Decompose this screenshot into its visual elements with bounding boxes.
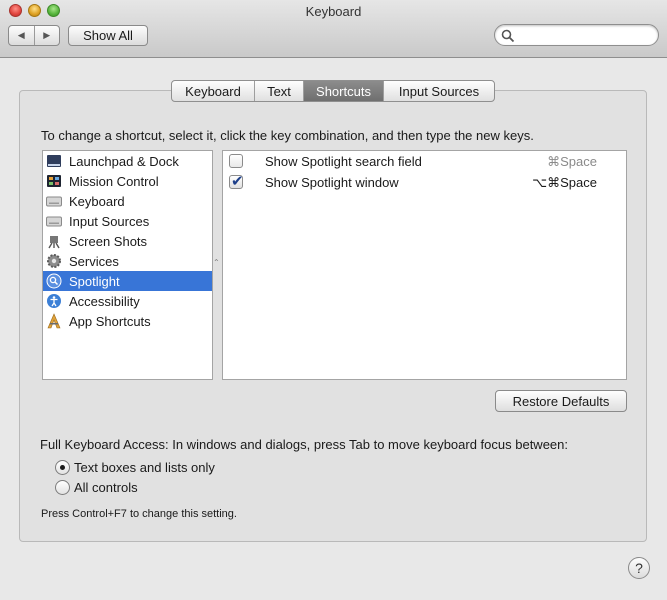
gear-icon	[47, 254, 61, 268]
keyboard-icon	[46, 196, 62, 207]
category-label: Input Sources	[69, 213, 150, 229]
radio-label: Text boxes and lists only	[74, 460, 215, 475]
radio-button[interactable]	[55, 480, 70, 495]
title-bar: Keyboard ◀ ▶ Show All	[0, 0, 667, 58]
category-label: Launchpad & Dock	[69, 153, 179, 169]
shortcut-label: Show Spotlight window	[265, 175, 399, 190]
restore-defaults-button[interactable]: Restore Defaults	[495, 390, 627, 412]
tab-text[interactable]: Text	[255, 81, 304, 101]
shortcut-row[interactable]: Show Spotlight search field ⌘Space	[223, 151, 626, 172]
splitter-handle[interactable]: ⌃	[213, 258, 220, 267]
tab-keyboard[interactable]: Keyboard	[172, 81, 255, 101]
category-spotlight[interactable]: Spotlight	[43, 271, 212, 291]
category-label: Services	[69, 253, 119, 269]
accessibility-icon	[47, 294, 61, 308]
category-app-shortcuts[interactable]: App Shortcuts	[43, 311, 212, 331]
tab-bar: Keyboard Text Shortcuts Input Sources	[171, 80, 495, 102]
category-services[interactable]: Services	[43, 251, 212, 271]
category-keyboard[interactable]: Keyboard	[43, 191, 212, 211]
keyboard-icon	[46, 216, 62, 227]
radio-button[interactable]	[55, 460, 70, 475]
shortcut-keys[interactable]: ⌥⌘Space	[532, 175, 597, 191]
mission-control-icon	[47, 175, 61, 187]
launchpad-icon	[47, 155, 61, 167]
checkmark-icon: ✔	[231, 173, 244, 190]
category-input-sources[interactable]: Input Sources	[43, 211, 212, 231]
category-mission-control[interactable]: Mission Control	[43, 171, 212, 191]
forward-arrow-icon: ▶	[43, 30, 51, 40]
shortcut-list[interactable]: Show Spotlight search field ⌘Space ✔ Sho…	[222, 150, 627, 380]
shortcut-keys[interactable]: ⌘Space	[547, 154, 597, 170]
category-screen-shots[interactable]: Screen Shots	[43, 231, 212, 251]
window-title: Keyboard	[305, 4, 362, 19]
category-label: Accessibility	[69, 293, 140, 309]
radio-all-controls[interactable]: All controls	[55, 480, 138, 495]
radio-label: All controls	[74, 480, 138, 495]
category-label: App Shortcuts	[69, 313, 151, 329]
search-field[interactable]	[494, 24, 659, 46]
shortcut-checkbox[interactable]	[229, 154, 243, 168]
category-list[interactable]: Launchpad & Dock Mission Control Keyboar…	[42, 150, 213, 380]
radio-text-boxes-lists[interactable]: Text boxes and lists only	[55, 460, 215, 475]
search-icon	[501, 29, 515, 43]
shortcut-checkbox[interactable]: ✔	[229, 173, 244, 190]
category-label: Spotlight	[69, 273, 120, 289]
back-arrow-icon: ◀	[17, 30, 25, 40]
back-button[interactable]: ◀	[9, 26, 35, 45]
shortcut-label: Show Spotlight search field	[265, 154, 422, 169]
tab-input-sources[interactable]: Input Sources	[384, 81, 494, 101]
full-keyboard-access-label: Full Keyboard Access: In windows and dia…	[40, 437, 568, 452]
spotlight-icon	[46, 273, 62, 289]
hint-text: Press Control+F7 to change this setting.	[41, 508, 237, 520]
tab-shortcuts[interactable]: Shortcuts	[304, 81, 384, 101]
category-accessibility[interactable]: Accessibility	[43, 291, 212, 311]
category-launchpad-dock[interactable]: Launchpad & Dock	[43, 151, 212, 171]
forward-button[interactable]: ▶	[35, 26, 60, 45]
app-shortcuts-icon	[47, 313, 61, 329]
help-button[interactable]: ?	[628, 557, 650, 579]
instruction-text: To change a shortcut, select it, click t…	[41, 128, 534, 143]
category-label: Mission Control	[69, 173, 159, 189]
category-label: Screen Shots	[69, 233, 148, 249]
search-input[interactable]	[517, 27, 652, 43]
shortcut-row[interactable]: ✔ Show Spotlight window ⌥⌘Space	[223, 172, 626, 193]
back-forward-control: ◀ ▶	[8, 25, 60, 46]
keyboard-preferences-window: Keyboard ◀ ▶ Show All Keyboard Text Shor…	[0, 0, 667, 600]
show-all-button[interactable]: Show All	[68, 25, 148, 46]
category-label: Keyboard	[69, 193, 125, 209]
screenshot-icon	[48, 236, 60, 249]
